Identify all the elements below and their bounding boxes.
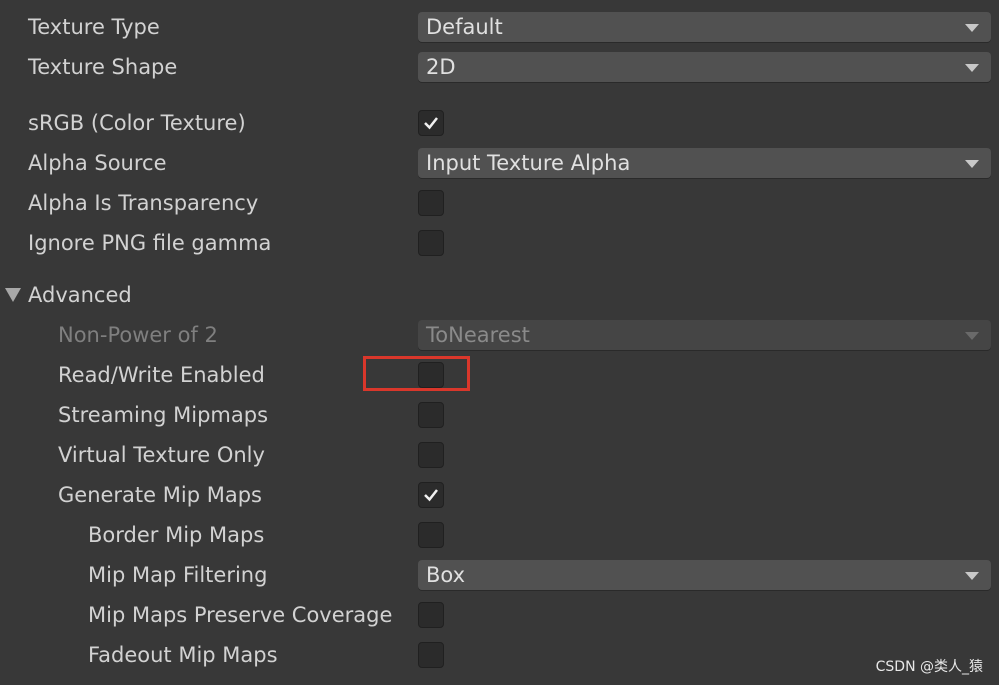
border-mip-maps-checkbox[interactable] <box>418 522 444 548</box>
chevron-down-icon <box>965 572 979 580</box>
checkmark-icon <box>424 117 438 130</box>
chevron-down-icon <box>965 24 979 32</box>
fadeout-mip-maps-label: Fadeout Mip Maps <box>88 643 278 667</box>
ignore-png-gamma-label: Ignore PNG file gamma <box>28 231 272 255</box>
foldout-arrow-icon[interactable] <box>5 288 21 302</box>
texture-shape-dropdown[interactable]: 2D <box>418 52 991 82</box>
srgb-checkbox[interactable] <box>418 110 444 136</box>
texture-import-inspector: Texture Type Default Texture Shape 2D sR… <box>0 0 999 685</box>
streaming-mipmaps-checkbox[interactable] <box>418 402 444 428</box>
texture-shape-label: Texture Shape <box>28 55 178 79</box>
non-power-of-2-dropdown: ToNearest <box>418 320 991 350</box>
preserve-coverage-checkbox[interactable] <box>418 602 444 628</box>
chevron-down-icon <box>965 64 979 72</box>
alpha-source-label: Alpha Source <box>28 151 167 175</box>
generate-mip-maps-checkbox[interactable] <box>418 482 444 508</box>
chevron-down-icon <box>965 160 979 168</box>
checkmark-icon <box>424 489 438 502</box>
texture-shape-value: 2D <box>426 55 456 79</box>
preserve-coverage-label: Mip Maps Preserve Coverage <box>88 603 393 627</box>
read-write-label: Read/Write Enabled <box>58 363 265 387</box>
non-power-of-2-value: ToNearest <box>426 323 530 347</box>
virtual-texture-only-label: Virtual Texture Only <box>58 443 265 467</box>
border-mip-maps-label: Border Mip Maps <box>88 523 265 547</box>
watermark: CSDN @类人_猿 <box>875 659 983 675</box>
ignore-png-gamma-checkbox[interactable] <box>418 230 444 256</box>
advanced-foldout-label[interactable]: Advanced <box>28 280 132 310</box>
alpha-is-transparency-label: Alpha Is Transparency <box>28 191 259 215</box>
chevron-down-icon <box>965 332 979 340</box>
alpha-source-dropdown[interactable]: Input Texture Alpha <box>418 148 991 178</box>
alpha-source-value: Input Texture Alpha <box>426 151 631 175</box>
mip-map-filtering-dropdown[interactable]: Box <box>418 560 991 590</box>
non-power-of-2-label: Non-Power of 2 <box>58 323 218 347</box>
streaming-mipmaps-label: Streaming Mipmaps <box>58 403 269 427</box>
texture-type-dropdown[interactable]: Default <box>418 12 991 42</box>
fadeout-mip-maps-checkbox[interactable] <box>418 642 444 668</box>
highlight-box <box>363 356 470 391</box>
virtual-texture-only-checkbox[interactable] <box>418 442 444 468</box>
texture-type-value: Default <box>426 15 503 39</box>
mip-map-filtering-label: Mip Map Filtering <box>88 563 268 587</box>
alpha-is-transparency-checkbox[interactable] <box>418 190 444 216</box>
srgb-label: sRGB (Color Texture) <box>28 111 246 135</box>
mip-map-filtering-value: Box <box>426 563 466 587</box>
texture-type-label: Texture Type <box>28 15 160 39</box>
generate-mip-maps-label: Generate Mip Maps <box>58 483 262 507</box>
